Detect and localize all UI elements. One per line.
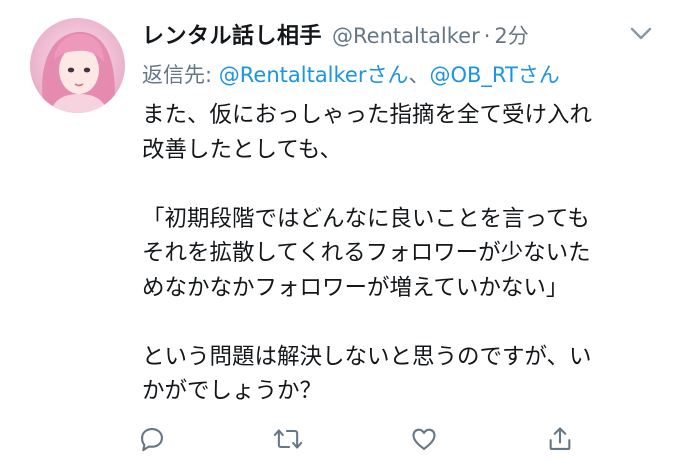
avatar[interactable] <box>30 18 125 113</box>
tweet-actions <box>0 422 680 462</box>
share-button[interactable] <box>543 422 577 456</box>
timestamp[interactable]: 2分 <box>494 20 528 50</box>
reply-mention-ob-rt[interactable]: @OB_RTさん <box>429 63 559 87</box>
tweet-header: レンタル話し相手 @Rentaltalker · 2分 <box>142 18 529 52</box>
heart-icon <box>410 425 438 453</box>
share-icon <box>546 425 574 453</box>
tweet: レンタル話し相手 @Rentaltalker · 2分 返信先: @Rental… <box>0 0 680 471</box>
reply-context: 返信先: @Rentaltalkerさん、@OB_RTさん <box>142 59 560 89</box>
reply-prefix: 返信先: <box>142 63 219 87</box>
reply-button[interactable] <box>135 422 169 456</box>
tweet-text: また、仮におっしゃった指摘を全て受け入れ 改善したとしても、 「初期段階ではどん… <box>142 102 593 404</box>
reply-joiner: 、 <box>408 63 430 87</box>
chevron-down-icon[interactable] <box>630 26 652 40</box>
reply-icon <box>138 425 166 453</box>
separator-dot: · <box>483 24 491 48</box>
user-handle[interactable]: @Rentaltalker <box>332 24 480 48</box>
like-button[interactable] <box>407 422 441 456</box>
retweet-icon <box>272 425 304 453</box>
retweet-button[interactable] <box>271 422 305 456</box>
display-name[interactable]: レンタル話し相手 <box>142 18 322 50</box>
reply-mention-rentaltalker[interactable]: @Rentaltalkerさん <box>219 63 409 87</box>
